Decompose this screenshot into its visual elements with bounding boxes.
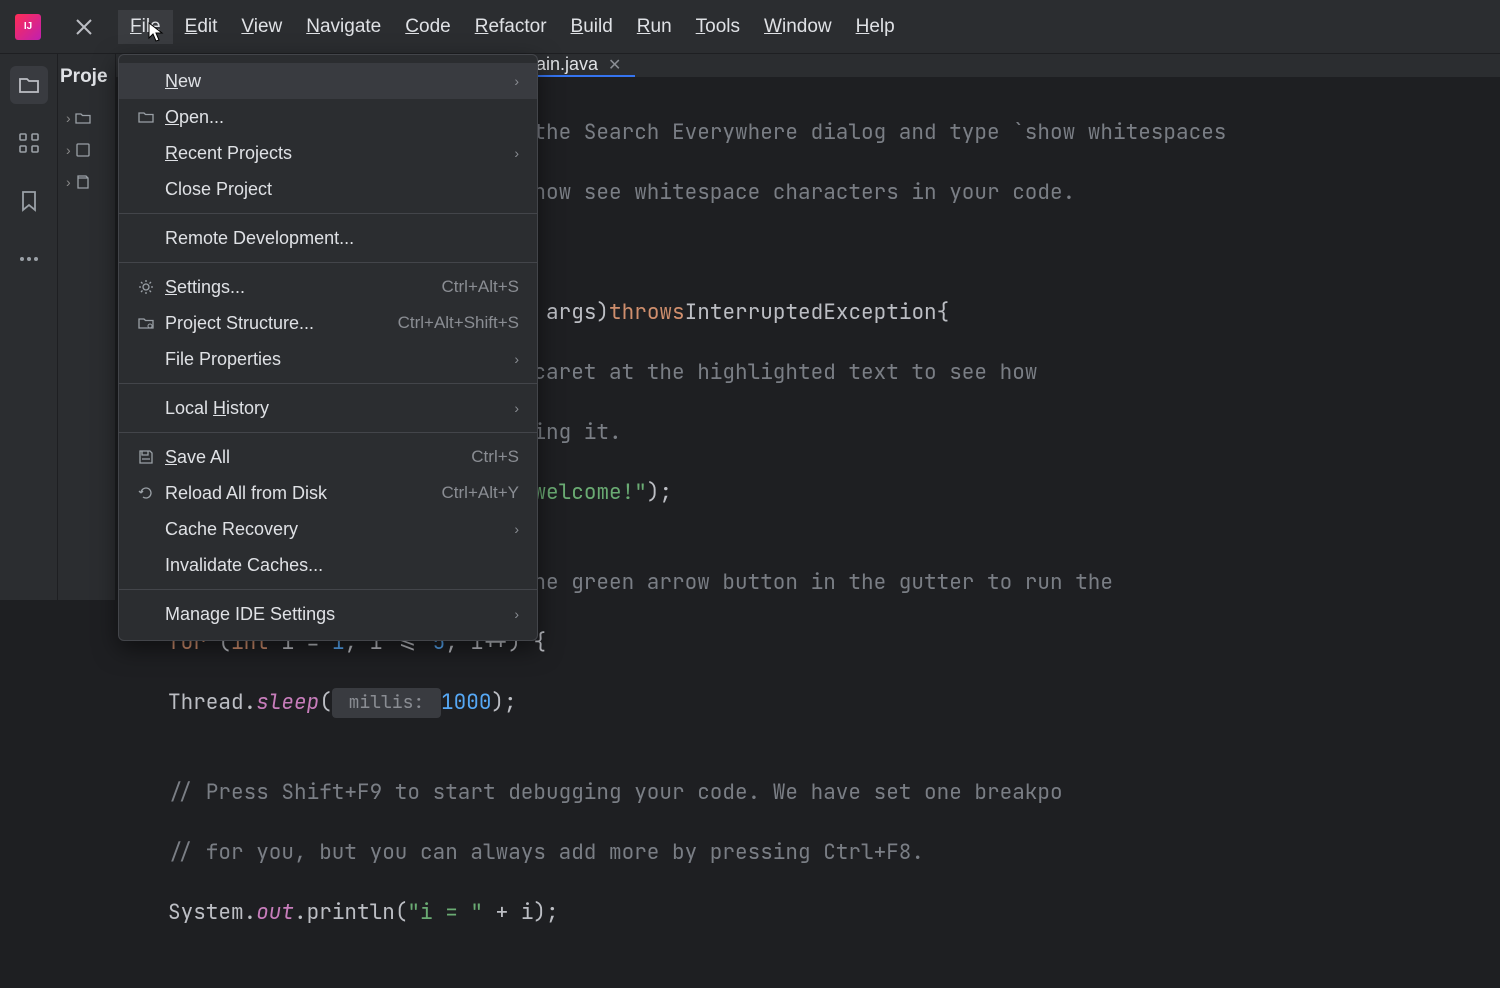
separator (119, 589, 537, 590)
separator (119, 213, 537, 214)
separator (119, 432, 537, 433)
reload-icon (137, 485, 155, 501)
chevron-right-icon: › (514, 351, 519, 367)
chevron-right-icon: › (66, 142, 71, 158)
chevron-right-icon: › (66, 110, 71, 126)
structure-tool-icon[interactable] (10, 124, 48, 162)
menu-code[interactable]: Code (393, 10, 462, 44)
menu-recent-projects[interactable]: Recent Projects› (119, 135, 537, 171)
editor-tab[interactable]: ain.java ✕ (522, 54, 635, 77)
menu-save-all[interactable]: Save All Ctrl+S (119, 439, 537, 475)
tab-label: ain.java (536, 54, 598, 75)
separator (119, 383, 537, 384)
project-tool-icon[interactable] (10, 66, 48, 104)
separator (119, 262, 537, 263)
chevron-right-icon: › (514, 606, 519, 622)
bookmarks-tool-icon[interactable] (10, 182, 48, 220)
chevron-right-icon: › (514, 73, 519, 89)
menu-settings[interactable]: Settings... Ctrl+Alt+S (119, 269, 537, 305)
file-menu-dropdown: New› Open... Recent Projects› Close Proj… (118, 54, 538, 641)
menu-new[interactable]: New› (119, 63, 537, 99)
menu-invalidate-caches[interactable]: Invalidate Caches... (119, 547, 537, 583)
menu-build[interactable]: Build (559, 10, 625, 44)
menu-view[interactable]: View (229, 10, 294, 44)
menu-project-structure[interactable]: Project Structure... Ctrl+Alt+Shift+S (119, 305, 537, 341)
menu-help[interactable]: Help (844, 10, 907, 44)
tree-row[interactable]: › (66, 166, 115, 198)
menu-file[interactable]: File (118, 10, 173, 44)
inlay-hint: millis: (332, 688, 441, 718)
menu-edit[interactable]: Edit (173, 10, 230, 44)
app-icon: IJ (0, 14, 56, 40)
menu-reload-from-disk[interactable]: Reload All from Disk Ctrl+Alt+Y (119, 475, 537, 511)
chevron-right-icon: › (66, 174, 71, 190)
tree-row[interactable]: › (66, 102, 115, 134)
chevron-right-icon: › (514, 400, 519, 416)
chevron-right-icon: › (514, 521, 519, 537)
tree-row[interactable]: › (66, 134, 115, 166)
menu-remote-development[interactable]: Remote Development... (119, 220, 537, 256)
menubar: File Edit View Navigate Code Refactor Bu… (112, 10, 907, 44)
save-icon (137, 449, 155, 465)
menu-refactor[interactable]: Refactor (463, 10, 559, 44)
menu-local-history[interactable]: Local History› (119, 390, 537, 426)
titlebar: IJ File Edit View Navigate Code Refactor… (0, 0, 1500, 54)
chevron-right-icon: › (514, 145, 519, 161)
menu-run[interactable]: Run (625, 10, 684, 44)
menu-close-project[interactable]: Close Project (119, 171, 537, 207)
tool-rail (0, 54, 58, 600)
menu-cache-recovery[interactable]: Cache Recovery› (119, 511, 537, 547)
menu-tools[interactable]: Tools (684, 10, 752, 44)
menu-window[interactable]: Window (752, 10, 844, 44)
close-icon[interactable]: ✕ (608, 55, 621, 75)
structure-icon (137, 315, 155, 331)
project-title: Proje (58, 66, 115, 88)
gear-icon (137, 279, 155, 295)
more-tool-icon[interactable] (10, 240, 48, 278)
project-sidebar[interactable]: Proje › › › (58, 54, 116, 600)
menu-manage-ide-settings[interactable]: Manage IDE Settings› (119, 596, 537, 632)
menu-open[interactable]: Open... (119, 99, 537, 135)
menu-file-properties[interactable]: File Properties› (119, 341, 537, 377)
close-icon[interactable] (56, 0, 112, 54)
folder-icon (137, 109, 155, 125)
menu-navigate[interactable]: Navigate (294, 10, 393, 44)
